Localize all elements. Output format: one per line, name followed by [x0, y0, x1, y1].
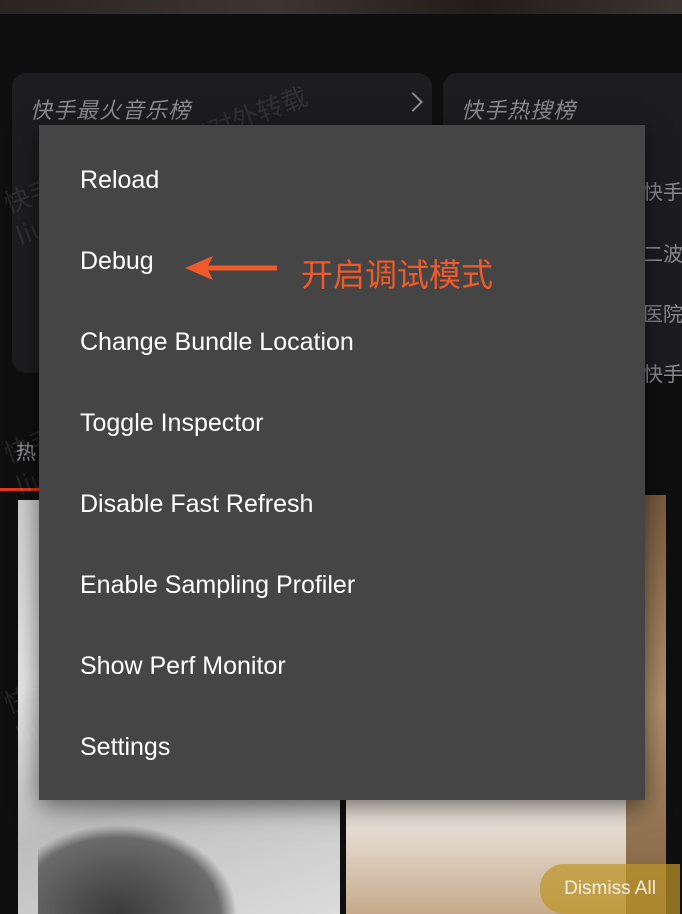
- hot-search-snippet: 快手: [643, 362, 682, 386]
- menu-item-reload[interactable]: Reload: [39, 140, 645, 221]
- menu-item-settings[interactable]: Settings: [39, 707, 645, 788]
- menu-item-change-bundle-location[interactable]: Change Bundle Location: [39, 302, 645, 383]
- menu-item-show-perf-monitor[interactable]: Show Perf Monitor: [39, 626, 645, 707]
- menu-item-label: Change Bundle Location: [80, 328, 354, 356]
- debug-annotation: 开启调试模式: [185, 248, 545, 294]
- arrow-left-icon: [185, 256, 277, 280]
- menu-item-enable-sampling-profiler[interactable]: Enable Sampling Profiler: [39, 545, 645, 626]
- menu-item-label: Reload: [80, 166, 160, 194]
- menu-item-label: Show Perf Monitor: [80, 652, 286, 680]
- tab-indicator: [0, 488, 40, 491]
- hot-search-title: 快手热搜榜: [461, 99, 577, 124]
- menu-item-label: Settings: [80, 733, 171, 761]
- hot-tab-label[interactable]: 热: [16, 436, 36, 465]
- annotation-text: 开启调试模式: [301, 256, 494, 294]
- app-screen: 快手最火音乐榜 快手热搜榜 快手 二波 医院 快手 热 快手内部信息 请勿对外转…: [0, 0, 682, 914]
- menu-item-disable-fast-refresh[interactable]: Disable Fast Refresh: [39, 464, 645, 545]
- hot-search-snippet: 快手: [643, 180, 682, 204]
- menu-item-toggle-inspector[interactable]: Toggle Inspector: [39, 383, 645, 464]
- hot-search-snippet: 医院: [643, 302, 682, 326]
- menu-item-label: Enable Sampling Profiler: [80, 571, 356, 599]
- music-chart-title: 快手最火音乐榜: [30, 99, 192, 124]
- dismiss-all-button[interactable]: Dismiss All: [540, 864, 680, 914]
- menu-item-label: Debug: [80, 247, 154, 275]
- menu-item-label: Toggle Inspector: [80, 409, 264, 437]
- chevron-right-icon: [403, 92, 423, 112]
- hot-search-snippet: 二波: [643, 242, 682, 266]
- dev-menu: Reload Debug Change Bundle Location Togg…: [39, 125, 645, 800]
- thumbnail-shadow: [38, 824, 238, 914]
- top-image-strip: [0, 0, 682, 14]
- menu-item-label: Disable Fast Refresh: [80, 490, 314, 518]
